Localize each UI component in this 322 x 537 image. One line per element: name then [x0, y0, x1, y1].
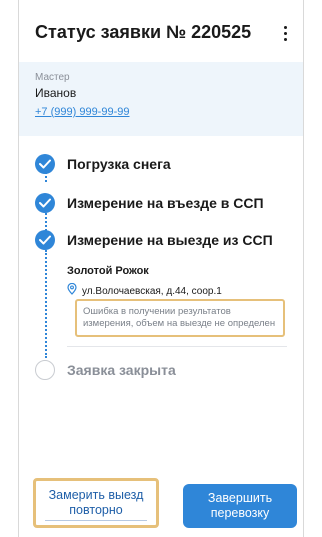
error-line: Ошибка в получении результатов — [83, 306, 231, 317]
error-message: Ошибка в получении результатов измерения… — [75, 299, 285, 337]
more-vertical-icon[interactable] — [275, 22, 295, 44]
divider — [67, 346, 287, 347]
app-screen: Статус заявки № 220525 Мастер Иванов +7 … — [18, 0, 304, 537]
header: Статус заявки № 220525 — [19, 0, 303, 62]
master-name: Иванов — [35, 86, 77, 100]
check-circle-icon — [35, 193, 55, 213]
remeasure-label-line: Замерить выезд — [48, 487, 144, 502]
finish-label-line: Завершить — [207, 491, 273, 505]
address-text: ул.Волочаевская, д.44, соор.1 — [82, 285, 222, 297]
remeasure-label-line: повторно — [69, 502, 123, 517]
step-label: Погрузка снега — [67, 156, 171, 172]
step-label: Заявка закрыта — [67, 362, 176, 378]
finish-transport-button[interactable]: Завершить перевозку — [183, 484, 297, 528]
master-label: Мастер — [35, 72, 70, 83]
empty-circle-icon — [35, 360, 55, 380]
footer-actions: Замерить выезд повторно Завершить перево… — [19, 478, 303, 534]
timeline-connector — [45, 250, 47, 358]
finish-label-line: перевозку — [210, 506, 270, 520]
location-pin-icon — [67, 282, 77, 300]
remeasure-exit-button[interactable]: Замерить выезд повторно — [33, 478, 159, 528]
address-row: ул.Волочаевская, д.44, соор.1 — [67, 282, 222, 300]
step-label: Измерение на выезде из ССП — [67, 232, 273, 248]
remeasure-button-label: Замерить выезд повторно — [44, 486, 148, 521]
place-name: Золотой Рожок — [67, 265, 149, 277]
status-timeline: Погрузка снега Измерение на въезде в ССП… — [19, 136, 303, 416]
check-circle-icon — [35, 230, 55, 250]
page-title: Статус заявки № 220525 — [35, 22, 252, 42]
timeline-connector — [45, 213, 47, 231]
master-phone-link[interactable]: +7 (999) 999-99-99 — [35, 106, 287, 118]
check-circle-icon — [35, 154, 55, 174]
error-line: измерения, объем на выезде не определен — [83, 318, 276, 329]
master-panel: Мастер Иванов +7 (999) 999-99-99 — [19, 62, 303, 136]
step-label: Измерение на въезде в ССП — [67, 195, 264, 211]
